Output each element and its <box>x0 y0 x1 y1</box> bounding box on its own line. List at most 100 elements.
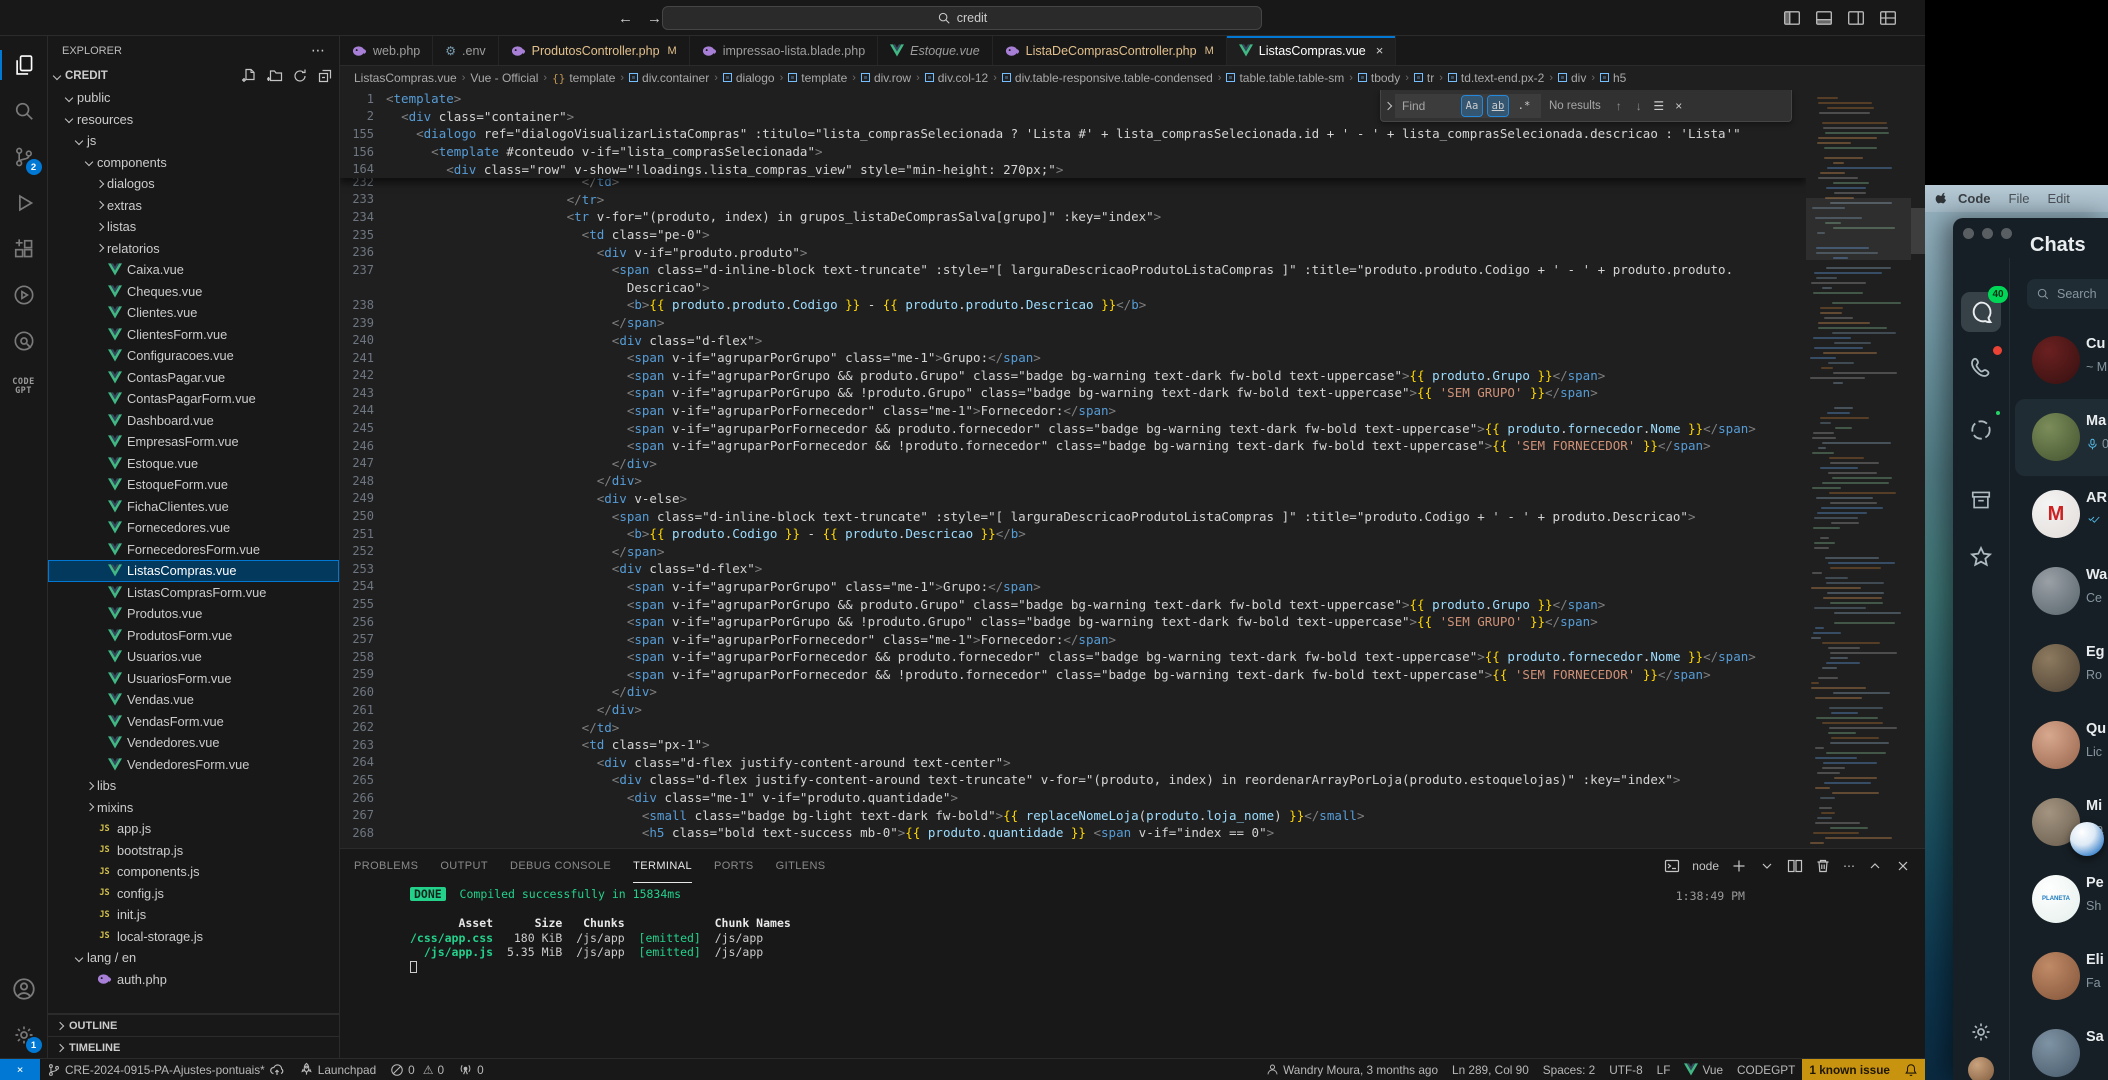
tree-item-app.js[interactable]: JSapp.js <box>48 818 339 840</box>
breadcrumb-item[interactable]: dialogo <box>723 71 775 85</box>
breadcrumb-item[interactable]: div <box>1558 71 1586 85</box>
tree-item-configuracoes.vue[interactable]: Configuracoes.vue <box>48 345 339 367</box>
panel-tab-gitlens[interactable]: GITLENS <box>776 849 826 883</box>
close-window-icon[interactable] <box>1963 228 1974 239</box>
panel-more-icon[interactable]: ⋯ <box>1843 859 1855 873</box>
chats-nav-icon[interactable]: 40 <box>1961 292 2001 332</box>
breadcrumb-item[interactable]: template <box>788 71 847 85</box>
tree-item-usuarios.vue[interactable]: Usuarios.vue <box>48 646 339 668</box>
chat-list-item-6[interactable]: QuLic <box>2015 707 2108 784</box>
tree-item-listascompras.vue[interactable]: ListasCompras.vue <box>48 560 339 582</box>
panel-tab-terminal[interactable]: TERMINAL <box>633 849 692 883</box>
panel-tab-problems[interactable]: PROBLEMS <box>354 849 418 883</box>
code-line-258[interactable]: 258 <span v-if="agruparPorFornecedor && … <box>340 648 1806 666</box>
collapse-folders-icon[interactable] <box>317 68 333 84</box>
tab-estoque.vue[interactable]: Estoque.vue <box>878 36 993 65</box>
code-line-267[interactable]: 267 <small class="badge bg-light text-da… <box>340 806 1806 824</box>
tree-item-vendasform.vue[interactable]: VendasForm.vue <box>48 711 339 733</box>
minimap[interactable] <box>1806 90 1911 848</box>
code-line-239[interactable]: 239 </span> <box>340 314 1806 332</box>
menu-edit[interactable]: Edit <box>2038 191 2078 206</box>
panel-tab-output[interactable]: OUTPUT <box>440 849 488 883</box>
tree-item-init.js[interactable]: JSinit.js <box>48 904 339 926</box>
code-line-252[interactable]: 252 </span> <box>340 542 1806 560</box>
code-line-235[interactable]: 235 <td class="pe-0"> <box>340 226 1806 244</box>
tree-item-resources[interactable]: resources <box>48 109 339 131</box>
code-line-246[interactable]: 246 <span v-if="agruparPorFornecedor && … <box>340 437 1806 455</box>
tab-impressao-lista.blade.php[interactable]: impressao-lista.blade.php <box>690 36 878 65</box>
window-controls[interactable] <box>1963 228 2012 239</box>
tree-item-listascomprasform.vue[interactable]: ListasComprasForm.vue <box>48 582 339 604</box>
tree-item-fornecedoresform.vue[interactable]: FornecedoresForm.vue <box>48 539 339 561</box>
tree-item-local-storage.js[interactable]: JSlocal-storage.js <box>48 926 339 948</box>
tree-item-dashboard.vue[interactable]: Dashboard.vue <box>48 410 339 432</box>
whole-word-toggle[interactable]: ab <box>1488 96 1508 116</box>
breadcrumb-item[interactable]: div.table-responsive.table-condensed <box>1002 71 1213 85</box>
new-folder-icon[interactable] <box>267 68 283 84</box>
tree-item-extras[interactable]: extras <box>48 195 339 217</box>
new-file-icon[interactable] <box>242 68 258 84</box>
problems-status[interactable]: 0 ⚠0 <box>383 1059 451 1080</box>
code-line-260[interactable]: 260 </div> <box>340 683 1806 701</box>
tree-item-lang-en[interactable]: lang / en <box>48 947 339 969</box>
tree-item-empresasform.vue[interactable]: EmpresasForm.vue <box>48 431 339 453</box>
chat-list-item-1[interactable]: Cu~ M <box>2015 322 2108 399</box>
code-line-236[interactable]: 236 <div v-if="produto.produto"> <box>340 243 1806 261</box>
editor-scrollbar[interactable] <box>1911 208 1925 254</box>
toggle-replace-icon[interactable] <box>1381 90 1395 121</box>
breadcrumb-item[interactable]: tr <box>1414 71 1434 85</box>
tree-item-estoque.vue[interactable]: Estoque.vue <box>48 453 339 475</box>
chat-search-input[interactable]: Search <box>2027 279 2108 309</box>
code-line-243[interactable]: 243 <span v-if="agruparPorGrupo && !prod… <box>340 384 1806 402</box>
tree-item-produtos.vue[interactable]: Produtos.vue <box>48 603 339 625</box>
tree-item-libs[interactable]: libs <box>48 775 339 797</box>
cursor-position[interactable]: Ln 289, Col 90 <box>1445 1059 1536 1080</box>
tree-item-contaspagar.vue[interactable]: ContasPagar.vue <box>48 367 339 389</box>
breadcrumb-item[interactable]: tbody <box>1358 71 1400 85</box>
tab-produtoscontroller.php[interactable]: ProdutosController.phpM <box>499 36 690 65</box>
codegpt-status[interactable]: CODEGPT <box>1730 1059 1802 1080</box>
code-line-257[interactable]: 257 <span v-if="agruparPorFornecedor" cl… <box>340 630 1806 648</box>
code-line-265[interactable]: 265 <div class="d-flex justify-content-a… <box>340 771 1806 789</box>
profile-avatar[interactable] <box>1961 1050 2001 1080</box>
ports-status[interactable]: 0 <box>451 1059 491 1080</box>
code-line-248[interactable]: 248 </div> <box>340 472 1806 490</box>
apple-logo-icon[interactable] <box>1935 191 1949 207</box>
tree-item-fichaclientes.vue[interactable]: FichaClientes.vue <box>48 496 339 518</box>
close-tab-icon[interactable]: × <box>1376 43 1384 58</box>
code-line-238[interactable]: 238 <b>{{ produto.produto.Codigo }} - {{… <box>340 296 1806 314</box>
tree-item-produtosform.vue[interactable]: ProdutosForm.vue <box>48 625 339 647</box>
tree-item-mixins[interactable]: mixins <box>48 797 339 819</box>
tree-item-caixa.vue[interactable]: Caixa.vue <box>48 259 339 281</box>
breadcrumb-item[interactable]: ListasCompras.vue <box>354 71 457 85</box>
code-line-247[interactable]: 247 </div> <box>340 454 1806 472</box>
tab-listascompras.vue[interactable]: ListasCompras.vue× <box>1227 36 1397 66</box>
find-next-icon[interactable]: ↓ <box>1629 96 1649 116</box>
code-line-242[interactable]: 242 <span v-if="agruparPorGrupo && produ… <box>340 367 1806 385</box>
gitlens-blame[interactable]: Wandry Moura, 3 months ago <box>1259 1059 1445 1080</box>
explorer-more-icon[interactable]: ⋯ <box>311 42 325 59</box>
code-line-234[interactable]: 234 <tr v-for="(produto, index) in grupo… <box>340 208 1806 226</box>
notifications-bell[interactable] <box>1897 1059 1925 1080</box>
code-line-262[interactable]: 262 </td> <box>340 718 1806 736</box>
code-line-233[interactable]: 233 </tr> <box>340 191 1806 209</box>
extensions-activity-icon[interactable] <box>0 226 48 272</box>
maximize-panel-icon[interactable] <box>1867 858 1883 874</box>
find-input[interactable]: Find Aa ab .* <box>1395 94 1541 118</box>
chat-list-item-10[interactable]: Sa <box>2015 1015 2108 1080</box>
timeline-section[interactable]: TIMELINE <box>48 1036 339 1058</box>
code-line-251[interactable]: 251 <b>{{ produto.Codigo }} - {{ produto… <box>340 525 1806 543</box>
tree-item-config.js[interactable]: JSconfig.js <box>48 883 339 905</box>
explorer-activity-icon[interactable] <box>0 42 48 88</box>
chat-list-item-4[interactable]: WaCe <box>2015 553 2108 630</box>
panel-tab-debug-console[interactable]: DEBUG CONSOLE <box>510 849 611 883</box>
toggle-secondary-sidebar-icon[interactable] <box>1847 9 1865 27</box>
code-line-250[interactable]: 250 <span class="d-inline-block text-tru… <box>340 507 1806 525</box>
find-close-icon[interactable]: × <box>1669 96 1689 116</box>
chat-list-item-8[interactable]: PLANETAPeSh <box>2015 861 2108 938</box>
tree-item-clientesform.vue[interactable]: ClientesForm.vue <box>48 324 339 346</box>
code-line-266[interactable]: 266 <div class="me-1" v-if="produto.quan… <box>340 789 1806 807</box>
tree-item-contaspagarform.vue[interactable]: ContasPagarForm.vue <box>48 388 339 410</box>
tab-.env[interactable]: ⚙.env <box>433 36 498 65</box>
language-mode[interactable]: Vue <box>1677 1059 1730 1080</box>
